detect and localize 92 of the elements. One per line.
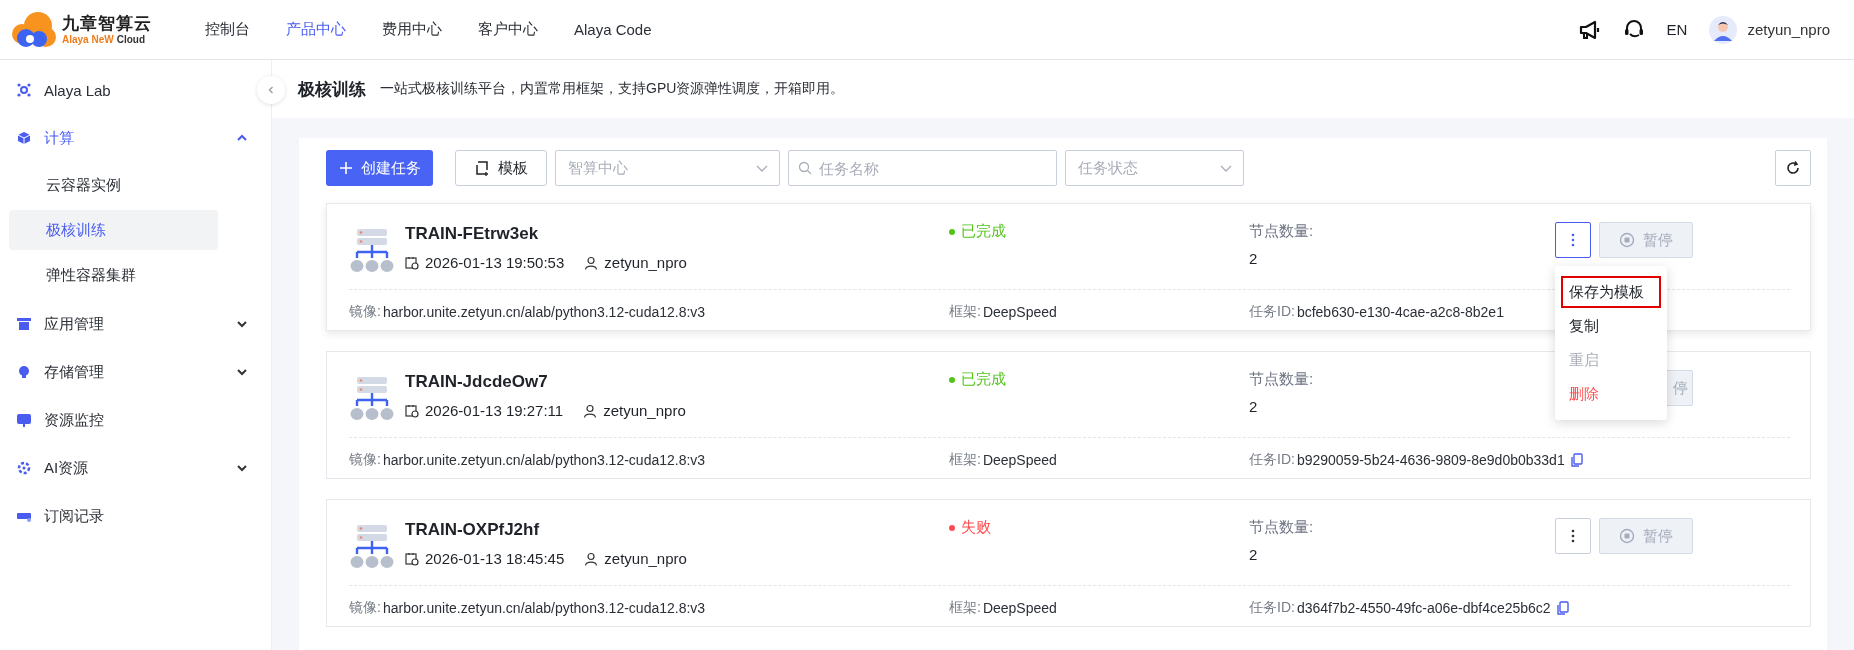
- task-id-value: d364f7b2-4550-49fc-a06e-dbf4ce25b6c2: [1296, 599, 1551, 616]
- chevron-down-icon: [236, 366, 248, 378]
- task-name: TRAIN-FEtrw3ek: [405, 224, 540, 244]
- sidebar-item[interactable]: 资源监控: [0, 396, 255, 444]
- created-time: 2026-01-13 18:45:45: [425, 550, 565, 567]
- nodes-label: 节点数量:: [1249, 370, 1315, 389]
- search-field[interactable]: 任务名称: [788, 150, 1057, 186]
- nav-tab[interactable]: 产品中心: [268, 0, 364, 60]
- framework-value: DeepSpeed: [982, 303, 1057, 320]
- nodes-label: 节点数量:: [1249, 518, 1315, 537]
- stop-icon: [1619, 232, 1635, 248]
- menu-item[interactable]: 复制: [1555, 310, 1667, 342]
- language-link[interactable]: EN: [1666, 21, 1688, 38]
- stop-icon: [1619, 528, 1635, 544]
- more-button[interactable]: [1555, 222, 1591, 258]
- logo-brand: Alaya NeW: [62, 33, 114, 45]
- page-description: 一站式极核训练平台，内置常用框架，支持GPU资源弹性调度，开箱即用。: [380, 80, 845, 98]
- image-value: harbor.unite.zetyun.cn/alab/python3.12-cuda12.8:v3: [382, 599, 706, 616]
- nodes-label: 节点数量:: [1249, 222, 1315, 241]
- chevron-down-icon: [236, 318, 248, 330]
- sidebar-item[interactable]: 订阅记录: [0, 492, 255, 540]
- sidebar-subitem[interactable]: 云容器实例: [9, 165, 218, 205]
- logo-suffix: Cloud: [116, 33, 145, 45]
- task-status: 失败: [961, 518, 991, 537]
- image-label: 镜像:: [349, 302, 381, 321]
- chevron-down-icon: [236, 462, 248, 474]
- template-icon: [474, 160, 490, 176]
- calendar-clock-icon: [405, 403, 419, 418]
- sidebar-item[interactable]: AI资源: [0, 444, 255, 492]
- task-owner: zetyun_npro: [604, 550, 687, 567]
- task-id-label: 任务ID:: [1249, 450, 1295, 469]
- page-title: 极核训练: [298, 78, 366, 101]
- sidebar-subitem[interactable]: 弹性容器集群: [9, 255, 218, 295]
- task-id-label: 任务ID:: [1249, 302, 1295, 321]
- copy-icon[interactable]: [1570, 452, 1583, 467]
- task-status: 已完成: [961, 222, 1006, 241]
- chevron-left-icon: [266, 85, 276, 95]
- framework-label: 框架:: [949, 450, 981, 469]
- task-id-value: bcfeb630-e130-4cae-a2c8-8b2e1: [1296, 303, 1504, 320]
- task-owner: zetyun_npro: [604, 254, 687, 271]
- sidebar-item[interactable]: 应用管理: [0, 300, 255, 348]
- nav-tab[interactable]: Alaya Code: [556, 0, 670, 60]
- sidebar-item[interactable]: 存储管理: [0, 348, 255, 396]
- image-label: 镜像:: [349, 450, 381, 469]
- server-cluster-icon: [349, 376, 395, 422]
- user-icon: [584, 255, 599, 270]
- nav-tab[interactable]: 控制台: [187, 0, 268, 60]
- refresh-icon: [1785, 160, 1801, 176]
- more-icon: [1571, 528, 1575, 544]
- more-icon: [1571, 232, 1575, 248]
- avatar-icon[interactable]: [1709, 15, 1738, 44]
- task-id-label: 任务ID:: [1249, 598, 1295, 617]
- created-time: 2026-01-13 19:27:11: [425, 402, 564, 419]
- refresh-button[interactable]: [1775, 150, 1811, 186]
- image-value: harbor.unite.zetyun.cn/alab/python3.12-cuda12.8:v3: [382, 303, 706, 320]
- framework-label: 框架:: [949, 598, 981, 617]
- task-status: 已完成: [961, 370, 1006, 389]
- calendar-clock-icon: [405, 551, 419, 566]
- task-owner: zetyun_npro: [603, 402, 686, 419]
- task-name: TRAIN-JdcdeOw7: [405, 372, 549, 392]
- created-time: 2026-01-13 19:50:53: [425, 254, 565, 271]
- image-value: harbor.unite.zetyun.cn/alab/python3.12-cuda12.8:v3: [382, 451, 706, 468]
- framework-label: 框架:: [949, 302, 981, 321]
- calendar-clock-icon: [405, 255, 419, 270]
- nodes-value: 2: [1249, 398, 1259, 415]
- sidebar-subitem[interactable]: 极核训练: [9, 210, 218, 250]
- nodes-value: 2: [1249, 250, 1259, 267]
- plus-icon: [338, 161, 353, 175]
- search-icon: [798, 161, 812, 175]
- task-name: TRAIN-OXPfJ2hf: [405, 520, 541, 540]
- logo-name: 九章智算云: [62, 13, 152, 34]
- sidebar-item[interactable]: 计算: [0, 114, 255, 162]
- image-label: 镜像:: [349, 598, 381, 617]
- create-task-button[interactable]: 创建任务: [326, 150, 433, 186]
- monitor-icon: [16, 412, 32, 428]
- server-cluster-icon: [349, 228, 395, 274]
- framework-value: DeepSpeed: [982, 451, 1057, 468]
- template-button[interactable]: 模板: [455, 150, 547, 186]
- copy-icon[interactable]: [1556, 600, 1569, 615]
- nodes-value: 2: [1249, 546, 1259, 563]
- menu-item[interactable]: 保存为模板: [1561, 276, 1661, 308]
- megaphone-icon[interactable]: [1578, 18, 1601, 41]
- framework-value: DeepSpeed: [982, 599, 1057, 616]
- cube-icon: [16, 130, 32, 146]
- nav-tab[interactable]: 客户中心: [460, 0, 556, 60]
- user-icon: [584, 551, 599, 566]
- task-id-value: b9290059-5b24-4636-9809-8e9d0b0b33d1: [1296, 451, 1565, 468]
- username[interactable]: zetyun_npro: [1747, 21, 1830, 38]
- server-cluster-icon: [349, 524, 395, 570]
- nav-tab[interactable]: 费用中心: [364, 0, 460, 60]
- user-icon: [583, 403, 598, 418]
- sidebar-item[interactable]: Alaya Lab: [0, 66, 255, 114]
